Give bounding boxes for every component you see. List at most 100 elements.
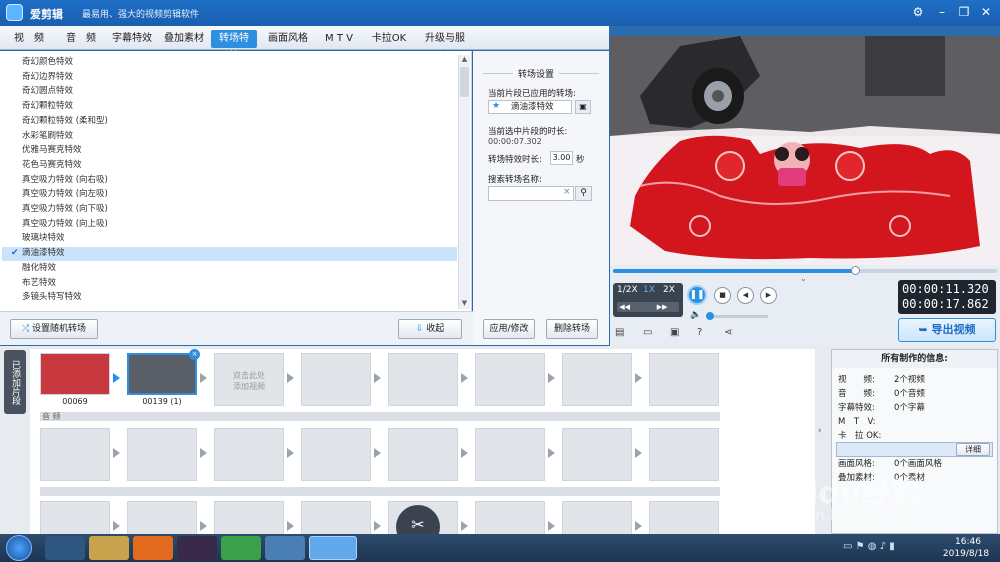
video-app-icon[interactable]: [177, 536, 217, 560]
aijianji-task-icon[interactable]: [309, 536, 357, 560]
speed-panel: 1/2X 1X 2X ◀◀ ▶▶: [613, 283, 683, 317]
video-preview[interactable]: [610, 36, 1000, 265]
tab-1[interactable]: 音 频: [59, 30, 103, 48]
remove-clip-icon[interactable]: ×: [189, 349, 200, 360]
save-icon[interactable]: ▣: [670, 327, 679, 338]
effect-item[interactable]: 奇幻边界特效: [22, 70, 73, 85]
cube-icon[interactable]: ▣: [575, 100, 591, 114]
prev-icon[interactable]: ◀: [737, 287, 754, 304]
clip-slot[interactable]: [388, 353, 458, 406]
effect-item[interactable]: 真空吸力特效 (向上吸): [22, 217, 108, 232]
effect-item[interactable]: 奇幻圆点特效: [22, 84, 73, 99]
effect-item[interactable]: 真空吸力特效 (向右吸): [22, 173, 108, 188]
progress-knob[interactable]: [850, 266, 860, 275]
scroll-up-icon[interactable]: ▲: [460, 55, 469, 65]
clip-slot[interactable]: [649, 428, 719, 481]
update-icon[interactable]: [221, 536, 261, 560]
tab-6[interactable]: M T V: [317, 30, 361, 48]
arrow-icon: [548, 448, 555, 458]
maximize-icon[interactable]: ❐: [954, 3, 974, 21]
effect-item[interactable]: 奇幻颜色特效: [22, 55, 73, 70]
scroll-thumb[interactable]: [460, 67, 469, 97]
tab-7[interactable]: 卡拉OK: [367, 30, 411, 48]
clip-slot[interactable]: [214, 428, 284, 481]
clip-slot[interactable]: [475, 428, 545, 481]
clip-slot[interactable]: [562, 428, 632, 481]
new-icon[interactable]: ▤: [615, 327, 624, 338]
volume-slider[interactable]: [706, 312, 768, 320]
effect-item[interactable]: 奇幻颗粒特效 (柔和型): [22, 114, 108, 129]
firefox-icon[interactable]: [133, 536, 173, 560]
clip-slot[interactable]: [649, 353, 719, 406]
clip-slot[interactable]: [127, 353, 197, 395]
next-icon[interactable]: ▶: [760, 287, 777, 304]
clear-icon[interactable]: ×: [563, 187, 571, 197]
arrow-icon: [635, 448, 642, 458]
effect-item[interactable]: 多镜头特写特效: [22, 290, 82, 305]
transition-settings-panel: 转场设置 当前片段已应用的转场: 滴油漆特效 ★ ▣ 当前选中片段的时长: 00…: [473, 51, 609, 345]
info-key: 音 频:: [838, 389, 875, 399]
effect-item[interactable]: 真空吸力特效 (向下吸): [22, 202, 108, 217]
share-icon[interactable]: ⋖: [724, 327, 732, 338]
pause-icon[interactable]: ❚❚: [687, 285, 707, 305]
effect-item[interactable]: 水彩笔刷特效: [22, 129, 73, 144]
explorer-icon[interactable]: [89, 536, 129, 560]
export-video-button[interactable]: ➥ 导出视频: [898, 318, 996, 342]
progress-track[interactable]: [613, 266, 997, 275]
clip-slot[interactable]: [562, 353, 632, 406]
volume-knob[interactable]: [706, 312, 714, 320]
tray-icons[interactable]: ▭ ⚑ ◍ ♪ ▮: [843, 541, 895, 552]
clip-slot[interactable]: [127, 428, 197, 481]
delete-transition-button[interactable]: 删除转场: [546, 319, 598, 339]
info-key: M T V:: [838, 417, 876, 427]
clip-slot[interactable]: [301, 428, 371, 481]
search-icon[interactable]: ⚲: [575, 186, 592, 201]
search-label: 搜索转场名称:: [488, 175, 542, 185]
scroll-down-icon[interactable]: ▼: [460, 299, 469, 309]
notebook-icon[interactable]: [265, 536, 305, 560]
arrow-icon: [548, 521, 555, 531]
effect-item[interactable]: 布艺特效: [22, 276, 56, 291]
open-folder-icon[interactable]: ▭: [643, 327, 652, 338]
detail-button[interactable]: 详细: [956, 443, 990, 456]
search-input[interactable]: [488, 186, 574, 201]
help-icon[interactable]: ?: [697, 327, 702, 338]
scrollbar[interactable]: ▲ ▼: [458, 55, 470, 309]
effect-item[interactable]: 优雅马赛克特效: [22, 143, 82, 158]
chevron-down-icon[interactable]: ⌄: [800, 274, 807, 283]
effect-item[interactable]: 奇幻颗粒特效: [22, 99, 73, 114]
clip-slot[interactable]: [388, 428, 458, 481]
clip-slot[interactable]: [301, 353, 371, 406]
volume-icon[interactable]: 🔈: [690, 310, 701, 320]
speed-half[interactable]: 1/2X: [617, 285, 638, 295]
clip-slot[interactable]: [40, 353, 110, 395]
clip-slot[interactable]: [40, 428, 110, 481]
media-player-icon[interactable]: [45, 536, 85, 560]
tab-8[interactable]: 升级与服务: [417, 30, 473, 62]
tab-4[interactable]: 转场特效: [211, 30, 257, 62]
stop-icon[interactable]: ■: [714, 287, 731, 304]
frame-step-bar[interactable]: ◀◀ ▶▶: [617, 302, 679, 312]
effect-item[interactable]: 融化特效: [22, 261, 56, 276]
minimize-icon[interactable]: –: [932, 3, 952, 21]
effect-item[interactable]: 真空吸力特效 (向左吸): [22, 187, 108, 202]
effect-item[interactable]: 玻璃块特效: [22, 231, 65, 246]
speed-1x[interactable]: 1X: [643, 285, 655, 295]
clip-slot[interactable]: [475, 353, 545, 406]
effect-item[interactable]: 花色马赛克特效: [22, 158, 82, 173]
effect-item[interactable]: 滴油漆特效: [22, 246, 65, 261]
apply-button[interactable]: 应用/修改: [483, 319, 535, 339]
tab-0[interactable]: 视 频: [6, 30, 52, 48]
tab-5[interactable]: 画面风格: [264, 30, 312, 48]
speed-2x[interactable]: 2X: [663, 285, 675, 295]
tab-3[interactable]: 叠加素材: [160, 30, 208, 48]
effect-duration-input[interactable]: 3.00: [550, 151, 573, 165]
arrow-icon: [200, 521, 207, 531]
settings-icon[interactable]: ⚙: [908, 3, 928, 21]
expand-right-icon[interactable]: ›: [818, 426, 822, 436]
collapse-button[interactable]: ⇩ 收起: [398, 319, 462, 339]
start-button[interactable]: [6, 535, 32, 561]
random-transition-button[interactable]: ⤮ 设置随机转场: [10, 319, 98, 339]
tab-2[interactable]: 字幕特效: [108, 30, 156, 48]
close-icon[interactable]: ✕: [976, 3, 996, 21]
